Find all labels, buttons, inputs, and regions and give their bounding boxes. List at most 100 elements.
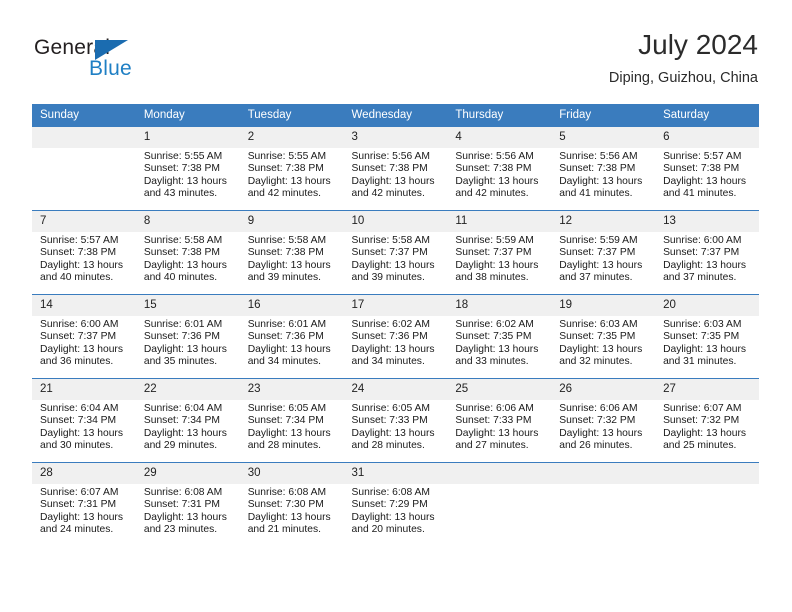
- day-cell-inner: 18 Sunrise: 6:02 AM Sunset: 7:35 PM Dayligh…: [447, 295, 552, 378]
- sunrise-text: Sunrise: 6:04 AM: [143, 403, 223, 414]
- day-number: 30: [239, 463, 344, 484]
- day-number: 14: [32, 295, 136, 316]
- sunrise-text: Sunrise: 5:55 AM: [247, 151, 327, 162]
- calendar-day-cell[interactable]: 11 Sunrise: 5:59 AM Sunset: 7:37 PM Dayligh…: [447, 210, 552, 295]
- day-number: [447, 463, 552, 484]
- calendar-day-cell[interactable]: 6 Sunrise: 5:57 AM Sunset: 7:38 PM Daylight…: [655, 126, 759, 211]
- sunrise-text: Sunrise: 6:08 AM: [247, 487, 327, 498]
- day-cell-inner: 10 Sunrise: 5:58 AM Sunset: 7:37 PM Dayligh…: [343, 211, 448, 294]
- calendar-day-cell[interactable]: 30 Sunrise: 6:08 AM Sunset: 7:30 PM Dayligh…: [239, 462, 344, 546]
- day-cell-inner: 30 Sunrise: 6:08 AM Sunset: 7:30 PM Dayligh…: [239, 463, 344, 546]
- calendar-day-cell[interactable]: 9 Sunrise: 5:58 AM Sunset: 7:38 PM Daylight…: [239, 210, 344, 295]
- sunset-text: Sunset: 7:34 PM: [40, 415, 117, 427]
- daylight-text-line1: Daylight: 13 hours: [351, 427, 435, 439]
- calendar-day-cell[interactable]: 13 Sunrise: 6:00 AM Sunset: 7:37 PM Dayligh…: [655, 210, 759, 295]
- calendar-day-cell[interactable]: 5 Sunrise: 5:56 AM Sunset: 7:38 PM Daylight…: [551, 126, 656, 211]
- daylight-text-line2: and 24 minutes.: [40, 524, 114, 536]
- sunrise-text: Sunrise: 6:05 AM: [351, 403, 430, 414]
- daylight-text-line1: Daylight: 13 hours: [455, 259, 539, 271]
- calendar-day-cell[interactable]: 23 Sunrise: 6:05 AM Sunset: 7:34 PM Dayligh…: [239, 378, 344, 463]
- daylight-text-line1: Daylight: 13 hours: [663, 259, 747, 271]
- sunrise-text: Sunrise: 6:06 AM: [559, 403, 638, 414]
- day-cell-inner: 9 Sunrise: 5:58 AM Sunset: 7:38 PM Daylight…: [239, 211, 344, 294]
- sunrise-text: Sunrise: 6:00 AM: [663, 235, 742, 246]
- sunset-text: Sunset: 7:35 PM: [559, 331, 636, 343]
- calendar-day-cell[interactable]: 3 Sunrise: 5:56 AM Sunset: 7:38 PM Daylight…: [343, 126, 448, 211]
- calendar-day-cell[interactable]: 29 Sunrise: 6:08 AM Sunset: 7:31 PM Dayligh…: [135, 462, 240, 546]
- day-cell-inner: 1 Sunrise: 5:55 AM Sunset: 7:38 PM Daylight…: [135, 127, 240, 210]
- day-cell-inner: 25 Sunrise: 6:06 AM Sunset: 7:33 PM Dayligh…: [447, 379, 552, 462]
- sunrise-text: Sunrise: 6:08 AM: [351, 487, 430, 498]
- day-number: 24: [343, 379, 448, 400]
- calendar-day-cell[interactable]: 8 Sunrise: 5:58 AM Sunset: 7:38 PM Daylight…: [135, 210, 240, 295]
- calendar-day-cell-empty: [32, 126, 136, 211]
- daylight-text-line2: and 34 minutes.: [247, 356, 321, 368]
- sunset-text: Sunset: 7:38 PM: [40, 247, 117, 259]
- calendar-day-cell[interactable]: 21 Sunrise: 6:04 AM Sunset: 7:34 PM Dayligh…: [32, 378, 136, 463]
- calendar-day-cell[interactable]: 28 Sunrise: 6:07 AM Sunset: 7:31 PM Dayligh…: [32, 462, 136, 546]
- calendar-day-cell[interactable]: 12 Sunrise: 5:59 AM Sunset: 7:37 PM Dayligh…: [551, 210, 656, 295]
- daylight-text-line2: and 40 minutes.: [40, 272, 114, 284]
- calendar-day-cell[interactable]: 14 Sunrise: 6:00 AM Sunset: 7:37 PM Dayligh…: [32, 294, 136, 379]
- day-cell-inner: 3 Sunrise: 5:56 AM Sunset: 7:38 PM Daylight…: [343, 127, 448, 210]
- calendar-day-cell[interactable]: 19 Sunrise: 6:03 AM Sunset: 7:35 PM Dayligh…: [551, 294, 656, 379]
- day-details: Sunrise: 6:02 AM Sunset: 7:36 PM Daylight:…: [344, 316, 448, 369]
- sunset-text: Sunset: 7:33 PM: [455, 415, 532, 427]
- day-cell-inner: 19 Sunrise: 6:03 AM Sunset: 7:35 PM Dayligh…: [551, 295, 656, 378]
- sunset-text: Sunset: 7:38 PM: [247, 247, 324, 259]
- daylight-text-line2: and 27 minutes.: [455, 440, 529, 452]
- day-details: Sunrise: 5:56 AM Sunset: 7:38 PM Daylight:…: [551, 148, 655, 201]
- daylight-text-line2: and 31 minutes.: [663, 356, 737, 368]
- calendar-day-cell[interactable]: 16 Sunrise: 6:01 AM Sunset: 7:36 PM Dayligh…: [239, 294, 344, 379]
- calendar-day-cell[interactable]: 2 Sunrise: 5:55 AM Sunset: 7:38 PM Daylight…: [239, 126, 344, 211]
- day-number: 18: [447, 295, 552, 316]
- day-details: Sunrise: 5:56 AM Sunset: 7:38 PM Daylight:…: [344, 148, 448, 201]
- calendar-day-cell[interactable]: 7 Sunrise: 5:57 AM Sunset: 7:38 PM Daylight…: [32, 210, 136, 295]
- daylight-text-line2: and 25 minutes.: [663, 440, 737, 452]
- calendar-day-cell[interactable]: 15 Sunrise: 6:01 AM Sunset: 7:36 PM Dayligh…: [135, 294, 240, 379]
- calendar-week-row: 28 Sunrise: 6:07 AM Sunset: 7:31 PM Dayligh…: [32, 462, 759, 546]
- calendar-day-cell[interactable]: 24 Sunrise: 6:05 AM Sunset: 7:33 PM Dayligh…: [343, 378, 448, 463]
- sunrise-text: Sunrise: 5:57 AM: [40, 235, 119, 246]
- calendar-day-cell[interactable]: 18 Sunrise: 6:02 AM Sunset: 7:35 PM Dayligh…: [447, 294, 552, 379]
- day-number: 8: [135, 211, 240, 232]
- calendar-day-cell[interactable]: 10 Sunrise: 5:58 AM Sunset: 7:37 PM Dayligh…: [343, 210, 448, 295]
- day-details: Sunrise: 5:59 AM Sunset: 7:37 PM Daylight:…: [447, 232, 551, 285]
- calendar-day-cell[interactable]: 20 Sunrise: 6:03 AM Sunset: 7:35 PM Dayligh…: [655, 294, 759, 379]
- weekday-header-thursday: Thursday: [447, 104, 552, 127]
- calendar-day-cell[interactable]: 17 Sunrise: 6:02 AM Sunset: 7:36 PM Dayligh…: [343, 294, 448, 379]
- day-cell-inner: [655, 463, 759, 546]
- calendar-day-cell[interactable]: 1 Sunrise: 5:55 AM Sunset: 7:38 PM Daylight…: [135, 126, 240, 211]
- daylight-text-line2: and 26 minutes.: [559, 440, 633, 452]
- daylight-text-line1: Daylight: 13 hours: [247, 175, 331, 187]
- day-details: Sunrise: 6:02 AM Sunset: 7:35 PM Daylight:…: [447, 316, 551, 369]
- day-cell-inner: 13 Sunrise: 6:00 AM Sunset: 7:37 PM Dayligh…: [655, 211, 759, 294]
- sunset-text: Sunset: 7:38 PM: [663, 163, 740, 175]
- sunset-text: Sunset: 7:34 PM: [143, 415, 220, 427]
- sunrise-text: Sunrise: 6:02 AM: [351, 319, 430, 330]
- calendar-body: 1 Sunrise: 5:55 AM Sunset: 7:38 PM Daylight…: [32, 126, 759, 546]
- sunset-text: Sunset: 7:37 PM: [351, 247, 428, 259]
- calendar-day-cell[interactable]: 27 Sunrise: 6:07 AM Sunset: 7:32 PM Dayligh…: [655, 378, 759, 463]
- calendar-day-cell[interactable]: 25 Sunrise: 6:06 AM Sunset: 7:33 PM Dayligh…: [447, 378, 552, 463]
- daylight-text-line1: Daylight: 13 hours: [40, 427, 123, 439]
- day-number: 15: [135, 295, 240, 316]
- day-number: [551, 463, 656, 484]
- general-blue-logo[interactable]: General Blue: [32, 36, 162, 92]
- daylight-text-line1: Daylight: 13 hours: [351, 343, 435, 355]
- daylight-text-line1: Daylight: 13 hours: [559, 427, 643, 439]
- calendar-day-cell[interactable]: 4 Sunrise: 5:56 AM Sunset: 7:38 PM Daylight…: [447, 126, 552, 211]
- calendar-day-cell[interactable]: 22 Sunrise: 6:04 AM Sunset: 7:34 PM Dayligh…: [135, 378, 240, 463]
- day-details: [655, 484, 759, 487]
- calendar-day-cell[interactable]: 26 Sunrise: 6:06 AM Sunset: 7:32 PM Dayligh…: [551, 378, 656, 463]
- day-cell-inner: 27 Sunrise: 6:07 AM Sunset: 7:32 PM Dayligh…: [655, 379, 759, 462]
- day-cell-inner: 22 Sunrise: 6:04 AM Sunset: 7:34 PM Dayligh…: [135, 379, 240, 462]
- sunset-text: Sunset: 7:38 PM: [143, 163, 220, 175]
- sunrise-text: Sunrise: 5:58 AM: [351, 235, 430, 246]
- sunrise-text: Sunrise: 5:58 AM: [143, 235, 223, 246]
- day-details: Sunrise: 5:57 AM Sunset: 7:38 PM Daylight:…: [32, 232, 136, 285]
- daylight-text-line2: and 37 minutes.: [559, 272, 633, 284]
- daylight-text-line1: Daylight: 13 hours: [40, 511, 123, 523]
- calendar-day-cell[interactable]: 31 Sunrise: 6:08 AM Sunset: 7:29 PM Dayligh…: [343, 462, 448, 546]
- day-number: 4: [447, 127, 552, 148]
